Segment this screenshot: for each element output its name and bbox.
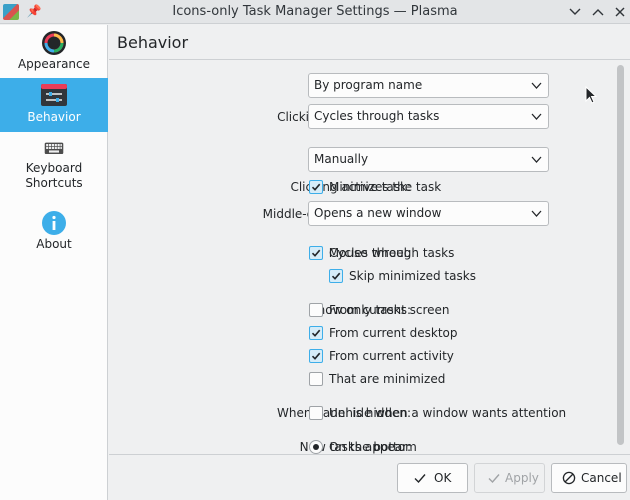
checkmark-icon — [331, 272, 341, 280]
cancel-button[interactable]: Cancel — [551, 463, 627, 493]
sidebar-item-label: Appearance — [17, 57, 91, 71]
ok-label: OK — [434, 471, 452, 485]
clicking-grouped-combobox[interactable]: Cycles through tasks — [308, 104, 549, 129]
chevron-down-icon — [531, 113, 542, 120]
maximize-button[interactable] — [589, 3, 607, 21]
minimized-only-checkbox[interactable] — [309, 372, 323, 386]
checkmark-icon — [311, 249, 321, 257]
group-value: By program name — [314, 78, 423, 92]
sort-combobox[interactable]: Manually — [308, 147, 549, 172]
apply-button[interactable]: Apply — [474, 463, 545, 493]
mouse-cursor-icon — [585, 86, 597, 104]
minimizes-task-checkbox[interactable] — [309, 180, 323, 194]
checkmark-icon — [311, 183, 321, 191]
sidebar-item-label: Keyboard Shortcuts — [25, 161, 83, 190]
info-icon — [42, 211, 66, 235]
cycles-through-tasks-option[interactable]: Cycles through tasks — [329, 245, 454, 261]
checkmark-icon — [414, 474, 426, 484]
unhide-attention-option[interactable]: Unhide when a window wants attention — [329, 405, 566, 421]
current-activity-checkbox[interactable] — [309, 349, 323, 363]
close-button[interactable] — [611, 3, 629, 21]
page-title: Behavior — [117, 33, 189, 52]
current-activity-option[interactable]: From current activity — [329, 348, 454, 364]
skip-minimized-checkbox[interactable] — [329, 269, 343, 283]
sidebar-item-keyboard-shortcuts[interactable]: Keyboard Shortcuts — [0, 133, 108, 203]
category-sidebar: Appearance Behavior Keyboard Shortcuts A… — [0, 25, 108, 500]
sort-value: Manually — [314, 152, 369, 166]
current-screen-option[interactable]: From current screen — [329, 302, 450, 318]
cancel-icon — [562, 471, 576, 485]
sidebar-item-label: About — [36, 237, 72, 251]
unhide-attention-checkbox[interactable] — [309, 406, 323, 420]
ok-button[interactable]: OK — [397, 463, 468, 493]
radio-selected-dot — [313, 444, 319, 450]
minimizes-task-option[interactable]: Minimizes the task — [329, 179, 441, 195]
on-the-bottom-option[interactable]: On the bottom — [329, 439, 417, 454]
skip-minimized-option[interactable]: Skip minimized tasks — [349, 268, 476, 284]
cancel-label: Cancel — [581, 471, 622, 485]
page-header: Behavior — [109, 25, 630, 60]
sidebar-item-appearance[interactable]: Appearance — [0, 25, 108, 77]
behavior-icon — [41, 84, 67, 106]
chevron-up-icon — [592, 9, 604, 16]
settings-form: Group: By program name Clicking grouped … — [109, 61, 630, 454]
chevron-down-icon — [531, 210, 542, 217]
close-icon — [615, 7, 625, 17]
checkmark-icon — [311, 329, 321, 337]
chevron-down-icon — [531, 156, 542, 163]
minimize-button[interactable] — [566, 3, 584, 21]
checkmark-icon — [311, 352, 321, 360]
middle-click-combobox[interactable]: Opens a new window — [308, 201, 549, 226]
current-desktop-option[interactable]: From current desktop — [329, 325, 458, 341]
title-bar[interactable]: 📌 Icons-only Task Manager Settings — Pla… — [0, 0, 630, 24]
current-screen-checkbox[interactable] — [309, 303, 323, 317]
group-combobox[interactable]: By program name — [308, 73, 549, 98]
clicking-grouped-value: Cycles through tasks — [314, 109, 440, 123]
chevron-down-icon — [531, 82, 542, 89]
checkmark-icon — [488, 474, 500, 484]
middle-click-value: Opens a new window — [314, 206, 442, 220]
scrollbar-thumb[interactable] — [617, 65, 624, 445]
cycles-through-tasks-checkbox[interactable] — [309, 246, 323, 260]
apply-label: Apply — [505, 471, 539, 485]
window-title: Icons-only Task Manager Settings — Plasm… — [172, 4, 458, 19]
dialog-footer: OK Apply Cancel — [109, 454, 630, 500]
keyboard-icon — [44, 142, 64, 154]
sidebar-item-behavior[interactable]: Behavior — [0, 78, 108, 132]
on-the-bottom-radio[interactable] — [309, 440, 323, 454]
minimized-only-option[interactable]: That are minimized — [329, 371, 445, 387]
sidebar-item-label: Behavior — [27, 110, 81, 124]
sidebar-item-about[interactable]: About — [0, 205, 108, 257]
current-desktop-checkbox[interactable] — [309, 326, 323, 340]
appearance-icon — [42, 31, 66, 55]
vertical-scrollbar[interactable] — [615, 61, 627, 454]
chevron-down-icon — [569, 8, 581, 15]
